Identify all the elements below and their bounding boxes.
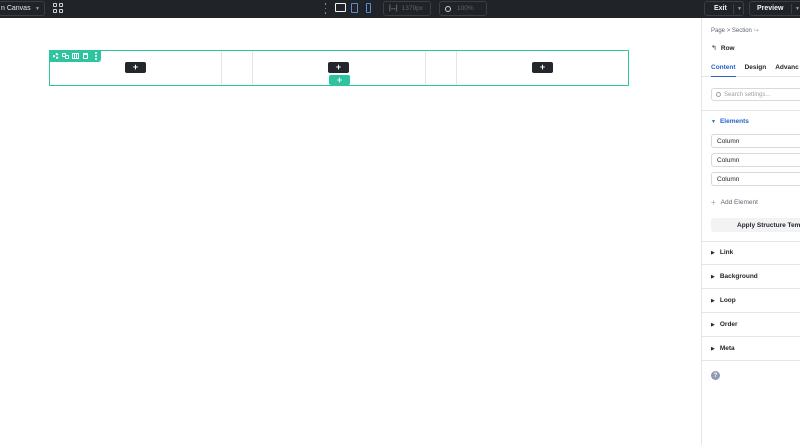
section-label: Meta (719, 345, 735, 352)
search-icon (716, 92, 721, 97)
chevron-down-icon: ▼ (35, 6, 40, 12)
top-toolbar: n Canvas ▼ |↔| 1379px 100% Exit ▼ Previe… (0, 0, 800, 18)
chevron-down-icon[interactable]: ▼ (795, 6, 800, 12)
canvas-select[interactable]: n Canvas ▼ (0, 1, 45, 16)
caret-right-icon: ▶ (711, 297, 715, 304)
tab-content[interactable]: Content (711, 61, 736, 77)
elements-heading: Elements (719, 118, 749, 125)
apply-structure-template-button[interactable]: Apply Structure Temp (711, 218, 800, 232)
canvas-width-field[interactable]: |↔| 1379px (383, 1, 431, 16)
tablet-view-icon[interactable] (351, 3, 358, 13)
canvas-width-value: 1379px (401, 5, 423, 12)
add-element-button[interactable]: + (328, 62, 349, 73)
preview-label: Preview (757, 5, 784, 12)
mobile-view-icon[interactable] (366, 3, 371, 13)
add-element-link[interactable]: + Add Element (711, 198, 758, 207)
canvas-select-label: n Canvas (1, 5, 31, 12)
settings-panel: Page > Section ↪ ↰ Row Content Design Adv… (701, 18, 800, 445)
section-loop[interactable]: ▶ Loop (702, 289, 800, 313)
desktop-view-icon[interactable] (335, 3, 346, 12)
zoom-value: 100% (457, 5, 474, 12)
caret-down-icon: ▼ (711, 118, 716, 125)
plus-icon: + (711, 198, 716, 207)
zoom-field[interactable]: 100% (439, 1, 487, 16)
column-item[interactable]: Column (711, 172, 800, 186)
back-arrow-icon: ↰ (711, 45, 717, 52)
columns-icon[interactable] (72, 53, 79, 60)
preview-button[interactable]: Preview ▼ (749, 1, 800, 16)
column-item[interactable]: Column (711, 134, 800, 148)
section-order[interactable]: ▶ Order (702, 313, 800, 337)
section-label: Background (719, 273, 758, 280)
width-icon: |↔| (389, 5, 398, 12)
help-icon[interactable]: ? (711, 371, 720, 380)
search-settings-input[interactable]: Search settings... (711, 88, 800, 101)
caret-right-icon: ▶ (711, 273, 715, 280)
section-label: Order (719, 321, 738, 328)
link-icon: ↪ (753, 28, 759, 34)
section-label: Link (719, 249, 734, 256)
row-toolbar (49, 50, 101, 62)
breadcrumb-text: Page > Section (711, 28, 752, 34)
caret-right-icon: ▶ (711, 345, 715, 352)
panel-tabs: Content Design Advanc (702, 61, 800, 77)
more-vertical-icon[interactable] (92, 52, 99, 60)
exit-button[interactable]: Exit ▼ (704, 1, 744, 16)
settings-icon[interactable] (52, 53, 59, 60)
more-options-icon[interactable] (324, 3, 327, 14)
section-meta[interactable]: ▶ Meta (702, 337, 800, 361)
column-item[interactable]: Column (711, 153, 800, 167)
back-label: Row (720, 44, 735, 52)
exit-label: Exit (714, 5, 727, 12)
column-divider (221, 51, 222, 85)
column-divider (425, 51, 426, 85)
search-placeholder: Search settings... (724, 91, 771, 98)
trash-icon[interactable] (82, 53, 89, 60)
elements-section-header[interactable]: ▼ Elements (711, 118, 749, 125)
caret-right-icon: ▶ (711, 249, 715, 256)
grid-icon[interactable] (53, 3, 63, 13)
add-element-button[interactable]: + (532, 62, 553, 73)
add-element-button[interactable]: + (125, 62, 146, 73)
column-divider (456, 51, 457, 85)
duplicate-icon[interactable] (62, 52, 69, 60)
caret-right-icon: ▶ (711, 321, 715, 328)
section-label: Loop (719, 297, 736, 304)
back-to-parent[interactable]: ↰ Row (711, 44, 735, 53)
tab-advanced[interactable]: Advanc (775, 61, 798, 76)
column-divider (252, 51, 253, 85)
add-row-button[interactable]: + (329, 75, 350, 85)
add-element-label: Add Element (720, 199, 758, 206)
section-link[interactable]: ▶ Link (702, 241, 800, 265)
chevron-down-icon[interactable]: ▼ (737, 6, 742, 12)
section-background[interactable]: ▶ Background (702, 265, 800, 289)
tab-design[interactable]: Design (745, 61, 767, 76)
divider (702, 110, 800, 111)
breadcrumb[interactable]: Page > Section ↪ (711, 27, 759, 34)
zoom-icon (445, 5, 451, 12)
